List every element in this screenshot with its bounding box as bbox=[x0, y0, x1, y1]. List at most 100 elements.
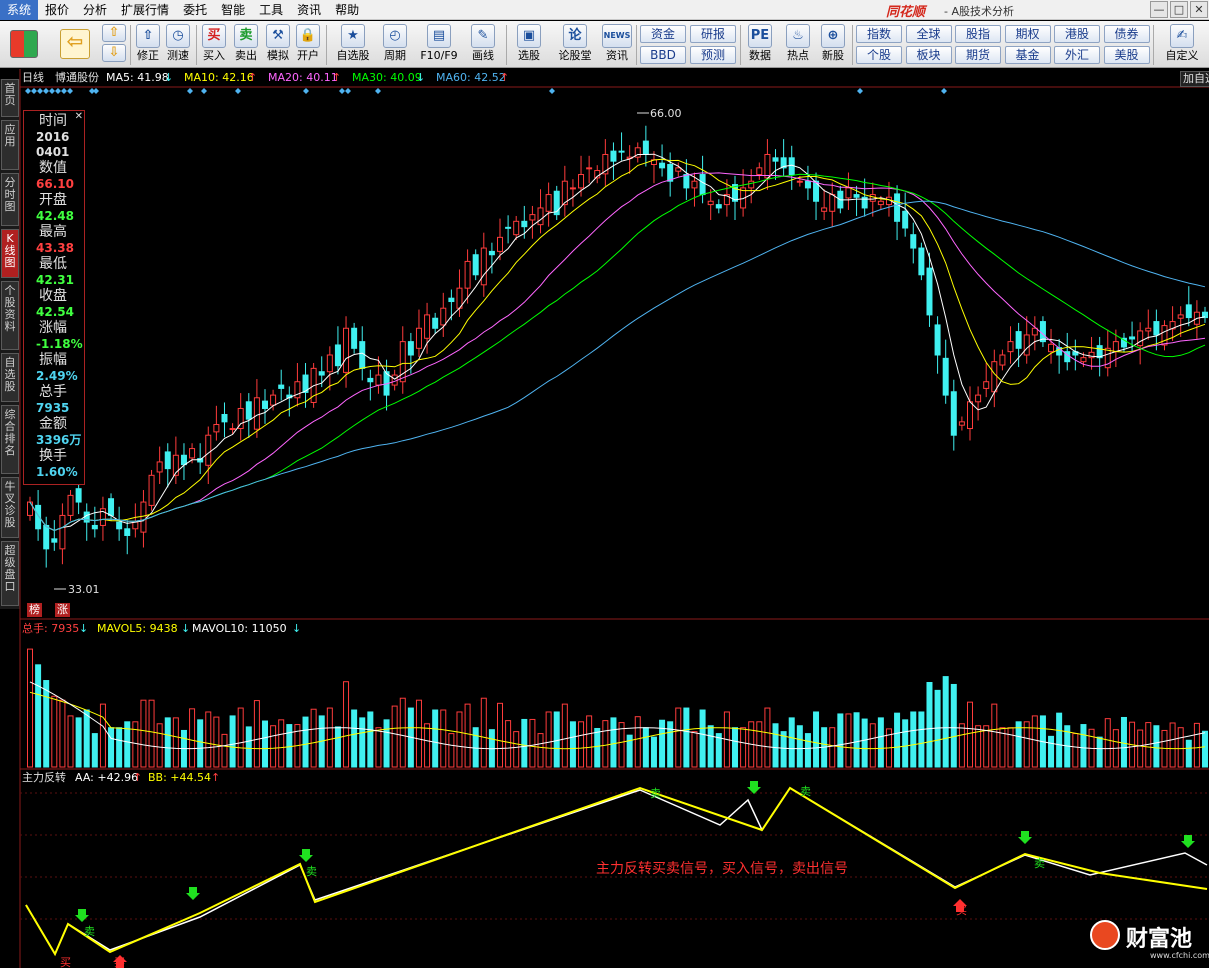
toolbar-button-15[interactable]: ⊕ 新股 bbox=[818, 24, 848, 66]
grid-button-data-0[interactable]: 资金 bbox=[640, 25, 686, 43]
grid-button-market-4[interactable]: 港股 bbox=[1054, 25, 1100, 43]
toolbar-icon-6: ★ bbox=[341, 24, 365, 48]
volume-bar-42 bbox=[367, 711, 374, 768]
toolbar-button-2[interactable]: 买买入 bbox=[200, 24, 228, 66]
menu-item-5[interactable]: 智能 bbox=[214, 0, 252, 20]
grid-button-market-7[interactable]: 板块 bbox=[905, 46, 952, 64]
toolbar-button-0[interactable]: ⇧ 修正 bbox=[134, 24, 162, 66]
rise-badge[interactable]: 涨 bbox=[55, 603, 70, 617]
candle-body-80 bbox=[675, 167, 682, 172]
data-window-label-2: 数值 bbox=[39, 160, 67, 176]
ma-legend-arrow-4: ↑ bbox=[500, 71, 510, 84]
volume-legend-arrow-0: ↓ bbox=[79, 622, 89, 635]
grid-button-market-9[interactable]: 基金 bbox=[1004, 46, 1051, 64]
scroll-up-button[interactable]: ⇧ ⇩ bbox=[102, 24, 126, 66]
diamond-marker-10 bbox=[187, 88, 193, 94]
menu-item-6[interactable]: 工具 bbox=[252, 0, 290, 20]
menu-item-4[interactable]: 委托 bbox=[176, 0, 214, 20]
toolbar-button-6[interactable]: ★ 自选股 bbox=[334, 24, 372, 66]
volume-bar-6 bbox=[75, 717, 82, 768]
toolbar-button-10[interactable]: ▣ 选股 bbox=[512, 24, 546, 66]
grid-button-market-3[interactable]: 期权 bbox=[1004, 25, 1051, 43]
grid-button-market-10[interactable]: 外汇 bbox=[1054, 46, 1100, 64]
diamond-marker-13 bbox=[303, 88, 309, 94]
candle-body-11 bbox=[116, 521, 123, 530]
ma60-line bbox=[29, 200, 1206, 532]
grid-button-data-1[interactable]: 研报 bbox=[690, 25, 736, 43]
add-favorite-button[interactable]: 加自选 bbox=[1180, 71, 1209, 87]
toolbar-button-16[interactable]: ✍ 自定义 bbox=[1160, 24, 1204, 66]
toolbar-button-12[interactable]: NEWS 资讯 bbox=[600, 24, 634, 66]
volume-bar-68 bbox=[578, 721, 585, 768]
menu-item-3[interactable]: 扩展行情 bbox=[114, 0, 176, 20]
menu-item-2[interactable]: 分析 bbox=[76, 0, 114, 20]
toolbar-label-11: 论股堂 bbox=[558, 49, 592, 62]
volume-bar-31 bbox=[278, 719, 285, 768]
volume-bar-90 bbox=[756, 721, 763, 768]
volume-bar-126 bbox=[1048, 735, 1055, 768]
close-icon[interactable]: ✕ bbox=[75, 111, 83, 122]
volume-bar-111 bbox=[926, 682, 933, 768]
grid-button-market-0[interactable]: 指数 bbox=[856, 25, 902, 43]
toolbar-button-13[interactable]: PE 数据 bbox=[745, 24, 775, 66]
grid-button-market-1[interactable]: 全球 bbox=[905, 25, 952, 43]
volume-bar-108 bbox=[902, 719, 909, 768]
window-minimize-button[interactable]: — bbox=[1150, 1, 1168, 18]
toolbar-button-11[interactable]: 论论股堂 bbox=[556, 24, 594, 66]
back-button[interactable]: ⇦ bbox=[55, 24, 95, 66]
window-close-button[interactable]: ✕ bbox=[1190, 1, 1208, 18]
diamond-marker-14 bbox=[339, 88, 345, 94]
volume-bar-48 bbox=[415, 699, 422, 768]
grid-button-data-3[interactable]: 预测 bbox=[690, 46, 736, 64]
candle-body-139 bbox=[1153, 321, 1160, 336]
volume-bar-1 bbox=[35, 664, 42, 768]
grid-button-market-2[interactable]: 股指 bbox=[955, 25, 1001, 43]
diamond-marker-19 bbox=[941, 88, 947, 94]
volume-bar-77 bbox=[650, 736, 657, 768]
volume-bar-135 bbox=[1120, 716, 1127, 768]
toolbar-button-8[interactable]: ▤ F10/F9 bbox=[420, 24, 458, 66]
menu-item-1[interactable]: 报价 bbox=[38, 0, 76, 20]
volume-bar-53 bbox=[456, 711, 463, 768]
candle-body-89 bbox=[748, 180, 755, 189]
grid-button-data-2[interactable]: BBD bbox=[640, 46, 686, 64]
rank-badge[interactable]: 榜 bbox=[27, 603, 42, 617]
data-window-label-8: 振幅 bbox=[39, 352, 67, 368]
menu-item-8[interactable]: 帮助 bbox=[328, 0, 366, 20]
kline-chart[interactable]: 卖卖卖 卖卖买 买买 bbox=[0, 69, 1209, 968]
data-window-value-5: 42.31 bbox=[36, 273, 74, 287]
volume-bar-95 bbox=[796, 725, 803, 768]
volume-bar-93 bbox=[780, 731, 787, 768]
volume-bar-32 bbox=[286, 724, 293, 768]
grid-button-market-11[interactable]: 美股 bbox=[1103, 46, 1150, 64]
menu-item-7[interactable]: 资讯 bbox=[290, 0, 328, 20]
indicator-name: 主力反转 bbox=[22, 771, 66, 784]
volume-bar-51 bbox=[440, 709, 447, 768]
grid-button-market-8[interactable]: 期货 bbox=[955, 46, 1001, 64]
toolbar-button-7[interactable]: ◴ 周期 bbox=[378, 24, 412, 66]
menu-item-0[interactable]: 系统 bbox=[0, 0, 39, 20]
toolbar-button-5[interactable]: 🔒 开户 bbox=[294, 24, 322, 66]
data-window-value-9: 7935 bbox=[36, 401, 70, 415]
main-toolbar: ⇦ ⇧ ⇩ ⇧ 修正 ◷ 测速买买入卖卖出 ⚒ 模拟 🔒 开户 ★ 自选股 ◴ 周期 ▤ F10/F9 ✎ 画… bbox=[0, 21, 1209, 68]
candle-body-50 bbox=[432, 317, 439, 329]
candle-body-140 bbox=[1161, 325, 1168, 346]
toolbar-button-1[interactable]: ◷ 测速 bbox=[164, 24, 192, 66]
candle-body-81 bbox=[683, 174, 690, 189]
window-maximize-button[interactable]: □ bbox=[1170, 1, 1188, 18]
diamond-marker-1 bbox=[31, 88, 37, 94]
data-window-label-7: 涨幅 bbox=[39, 320, 67, 336]
volume-bar-105 bbox=[877, 717, 884, 768]
candle-body-27 bbox=[245, 401, 252, 420]
toolbar-button-9[interactable]: ✎ 画线 bbox=[466, 24, 500, 66]
toolbar-button-3[interactable]: 卖卖出 bbox=[232, 24, 260, 66]
toolbar-button-14[interactable]: ♨ 热点 bbox=[783, 24, 813, 66]
grid-button-market-5[interactable]: 债券 bbox=[1103, 25, 1150, 43]
volume-bar-13 bbox=[132, 721, 139, 768]
grid-button-market-6[interactable]: 个股 bbox=[856, 46, 902, 64]
volume-bar-64 bbox=[545, 711, 552, 768]
toolbar-button-4[interactable]: ⚒ 模拟 bbox=[264, 24, 292, 66]
volume-bar-24 bbox=[221, 733, 228, 768]
volume-bar-4 bbox=[59, 699, 66, 768]
windows-logo-button[interactable] bbox=[4, 24, 44, 66]
